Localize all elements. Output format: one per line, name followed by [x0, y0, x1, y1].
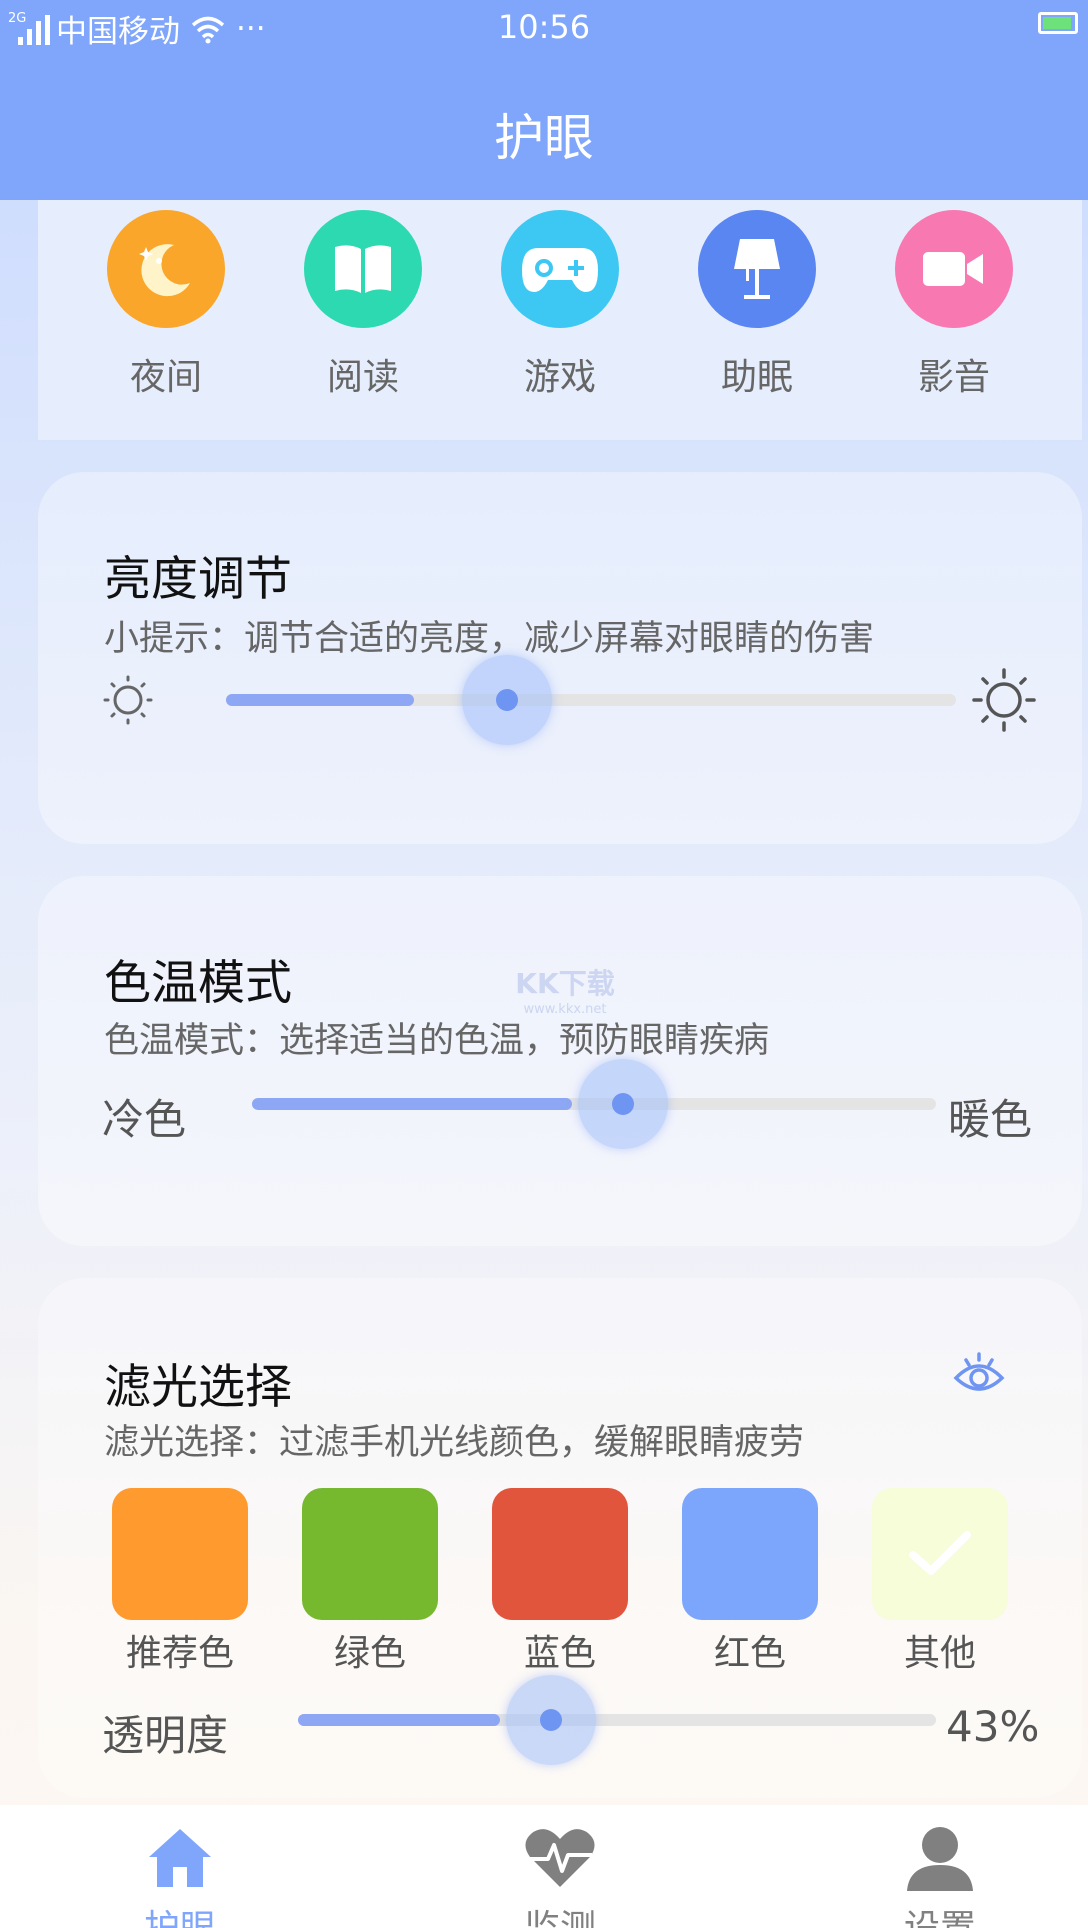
lamp-icon	[698, 210, 816, 328]
slider-thumb[interactable]	[578, 1059, 668, 1149]
nav-tab-settings[interactable]: 设置	[840, 1825, 1040, 1928]
color-temp-title: 色温模式	[104, 956, 292, 1011]
checkmark-icon	[909, 1531, 971, 1575]
heart-monitor-icon	[525, 1829, 595, 1887]
mode-label: 阅读	[326, 357, 399, 398]
mode-video[interactable]: 影音	[879, 210, 1029, 400]
nav-label: 护眼	[80, 1899, 280, 1928]
brightness-card: 亮度调节 小提示：调节合适的亮度，减少屏幕对眼睛的伤害	[38, 472, 1082, 844]
swatch-label: 蓝色	[523, 1633, 596, 1674]
gamepad-icon	[501, 210, 619, 328]
slider-fill	[298, 1714, 500, 1726]
swatch-label: 其他	[903, 1633, 976, 1674]
mode-label: 夜间	[129, 357, 202, 398]
swatch-label: 推荐色	[125, 1633, 234, 1674]
mode-label: 游戏	[523, 357, 596, 398]
opacity-value: 43%	[946, 1702, 1040, 1751]
swatch-label: 红色	[713, 1633, 786, 1674]
nav-label: 监测	[460, 1899, 660, 1928]
warm-label: 暖色	[948, 1095, 1033, 1144]
mode-panel: 夜间 阅读 游戏 助眠 影音	[38, 200, 1082, 440]
sun-dim-icon	[103, 675, 153, 725]
slider-thumb[interactable]	[506, 1675, 596, 1765]
mode-reading[interactable]: 阅读	[288, 210, 438, 400]
watermark-url: www.kkx.net	[523, 1002, 607, 1017]
app-header: 2G 中国移动 ··· 10:56 护眼	[0, 0, 1088, 200]
nav-tab-eye-care[interactable]: 护眼	[80, 1825, 280, 1928]
color-temp-slider[interactable]	[252, 1054, 936, 1154]
status-time: 10:56	[497, 8, 591, 46]
slider-thumb[interactable]	[462, 655, 552, 745]
swatch-other[interactable]	[872, 1488, 1008, 1620]
mode-sleep[interactable]: 助眠	[682, 210, 832, 400]
opacity-slider[interactable]	[298, 1670, 938, 1770]
mode-game[interactable]: 游戏	[485, 210, 635, 400]
nav-tab-monitor[interactable]: 监测	[460, 1825, 660, 1928]
filter-title: 滤光选择	[104, 1360, 292, 1415]
moon-icon	[107, 210, 225, 328]
brightness-slider[interactable]	[226, 650, 958, 750]
filter-hint: 滤光选择：过滤手机光线颜色，缓解眼睛疲劳	[104, 1423, 805, 1463]
home-icon	[149, 1829, 211, 1887]
swatch-blue[interactable]	[492, 1488, 628, 1620]
slider-fill	[252, 1098, 572, 1110]
status-bar: 2G 中国移动 ··· 10:56	[0, 0, 1088, 52]
brightness-title: 亮度调节	[104, 552, 292, 607]
page-title: 护眼	[494, 109, 594, 167]
eye-icon[interactable]	[952, 1348, 1006, 1402]
watermark: KK下载 www.kkx.net	[500, 962, 630, 1017]
video-camera-icon	[895, 210, 1013, 328]
swatch-label: 绿色	[333, 1633, 406, 1674]
swatch-green[interactable]	[302, 1488, 438, 1620]
bottom-nav: 护眼 监测 设置	[0, 1805, 1088, 1928]
book-icon	[304, 210, 422, 328]
battery-icon	[1038, 12, 1078, 34]
filter-card: 滤光选择 滤光选择：过滤手机光线颜色，缓解眼睛疲劳 推荐色 绿色 蓝色 红色 其…	[38, 1278, 1082, 1798]
swatch-recommended[interactable]	[112, 1488, 248, 1620]
mode-night[interactable]: 夜间	[91, 210, 241, 400]
mode-label: 助眠	[720, 357, 793, 398]
sun-bright-icon	[972, 668, 1036, 732]
mode-label: 影音	[917, 357, 990, 398]
user-icon	[907, 1827, 973, 1891]
color-temp-card: 色温模式 色温模式：选择适当的色温，预防眼睛疾病 冷色 暖色	[38, 876, 1082, 1246]
opacity-label: 透明度	[102, 1711, 229, 1760]
cold-label: 冷色	[102, 1095, 187, 1144]
watermark-text: KK下载	[515, 967, 615, 1000]
swatch-red[interactable]	[682, 1488, 818, 1620]
slider-fill	[226, 694, 414, 706]
nav-label: 设置	[840, 1899, 1040, 1928]
